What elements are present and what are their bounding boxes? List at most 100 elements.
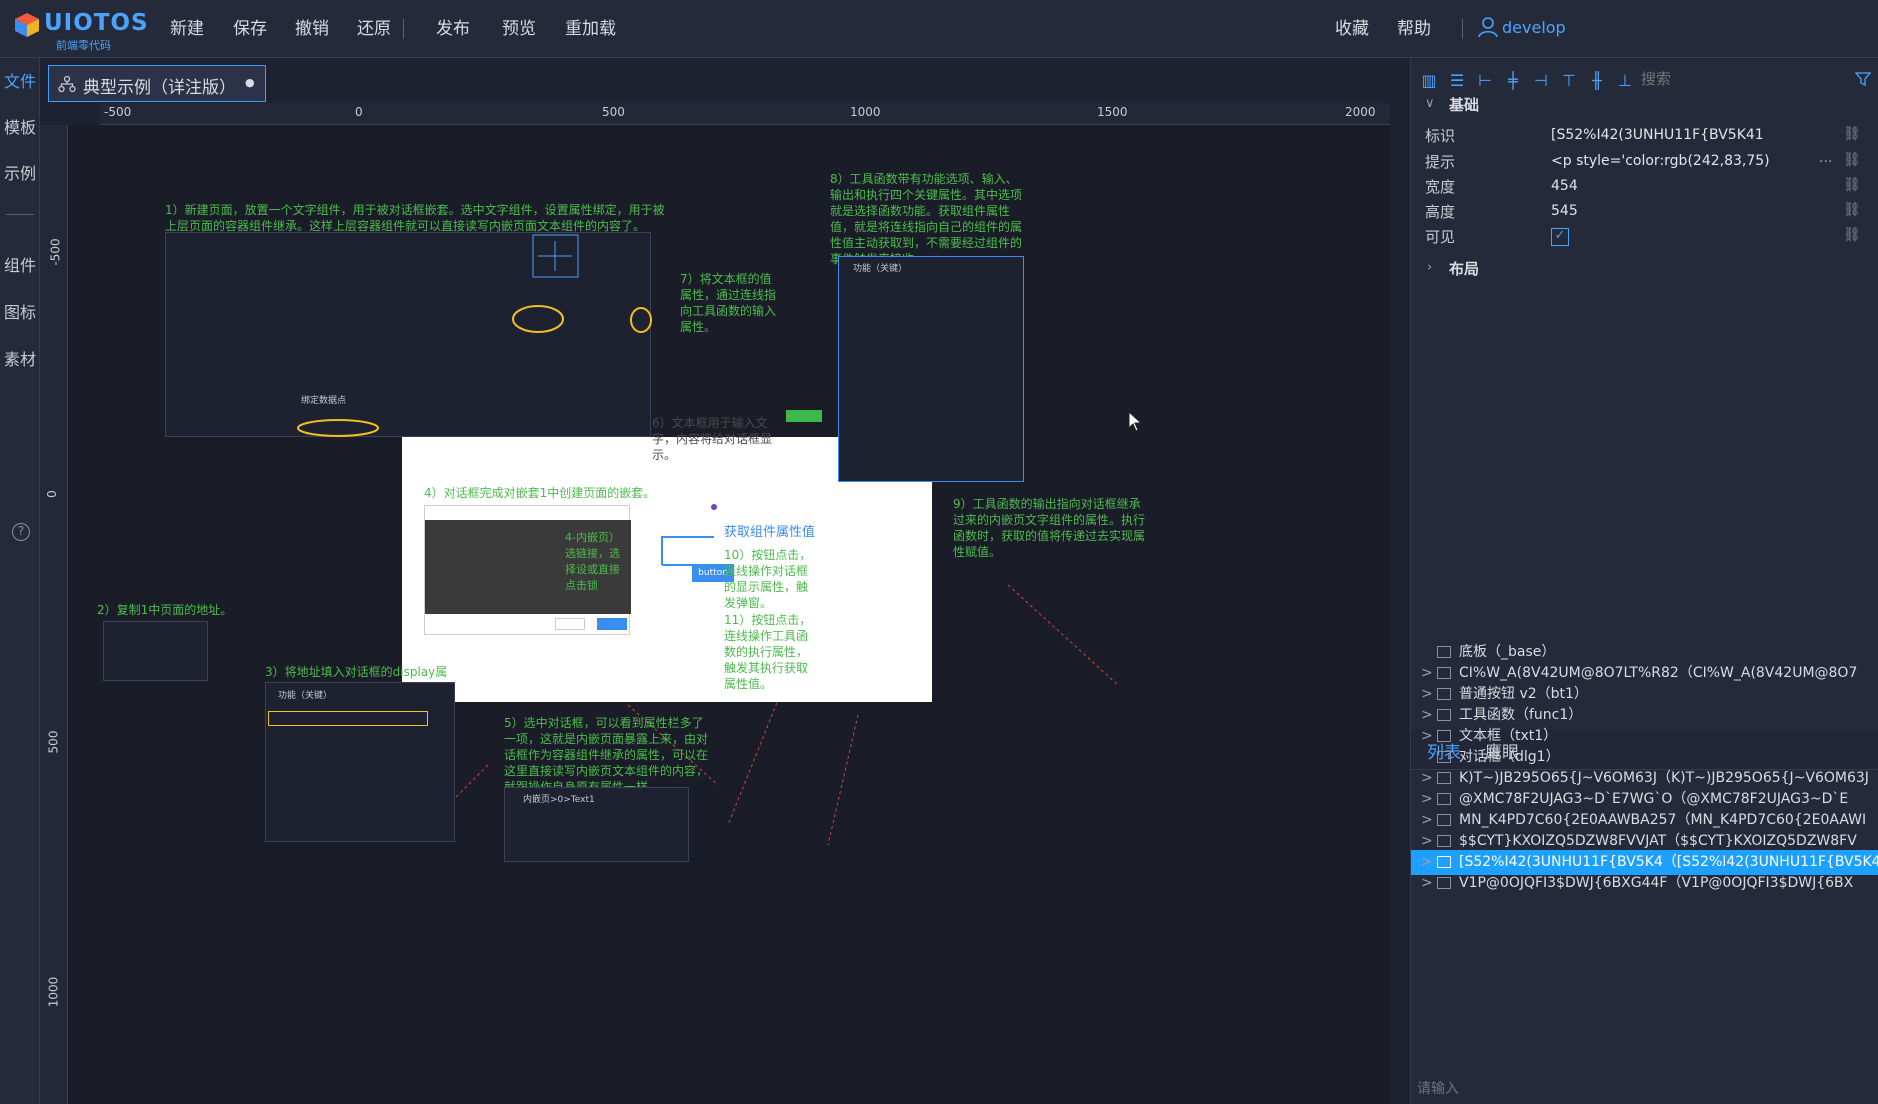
- align-right-icon[interactable]: ⊢: [1475, 71, 1495, 91]
- component-icon: [1437, 730, 1451, 742]
- ellipse-highlight: [297, 234, 652, 437]
- ruler-h-label: 0: [355, 105, 363, 119]
- annotation-2: 2）复制1中页面的地址。: [97, 603, 233, 617]
- prop-value-height[interactable]: 545: [1551, 203, 1816, 219]
- ruler-v-label: 1000: [46, 976, 61, 1008]
- menu-favorite[interactable]: 收藏: [1335, 0, 1369, 58]
- tree-filter-input[interactable]: 请输入: [1417, 1078, 1459, 1098]
- menu-save[interactable]: 保存: [233, 0, 267, 58]
- component-icon: [1437, 751, 1451, 763]
- tree-row-label: V1P@0OJQFI3$DWJ{6BXG44F（V1P@0OJQFI3$DWJ{…: [1459, 875, 1854, 891]
- example-screenshot-1: 绑定数据点: [165, 232, 652, 437]
- inherited-panel-title: 内嵌页>0>Text1: [523, 795, 595, 805]
- link-icon[interactable]: ⛓: [1843, 227, 1861, 243]
- nav-material[interactable]: 素材: [0, 346, 40, 370]
- vertical-ruler: -500 0 500 1000: [40, 125, 68, 1104]
- ruler-v-label: 500: [46, 730, 61, 754]
- property-search-input[interactable]: [1641, 68, 1841, 90]
- design-canvas[interactable]: 1）新建页面，放置一个文字组件，用于被对话框嵌套。选中文字组件，设置属性绑定，用…: [68, 125, 1390, 1104]
- visible-checkbox[interactable]: ✓: [1551, 228, 1569, 246]
- inherited-properties-panel: 内嵌页>0>Text1: [504, 787, 689, 862]
- dialog-panel-title: 功能（关键）: [278, 691, 333, 701]
- logo-cube-icon: [15, 13, 39, 37]
- link-icon[interactable]: ⛓: [1843, 202, 1861, 218]
- annotation-7: 7）将文本框的值属性，通过连线指向工具函数的输入属性。: [680, 272, 777, 334]
- ruler-h-label: 1500: [1097, 105, 1128, 119]
- ruler-h-label: 1000: [850, 105, 881, 119]
- prop-label-tip: 提示: [1425, 153, 1456, 171]
- help-icon[interactable]: ?: [12, 523, 30, 541]
- right-panel: ▥ ☰ ⊢ ╪ ⊣ ⊤ ╫ ⊥ ∨ 基础 标识 [S52%I42(3UNHU11…: [1410, 58, 1878, 1104]
- chevron-right-icon[interactable]: ›: [1427, 260, 1432, 275]
- ruler-h-label: 500: [602, 105, 625, 119]
- user-icon: [1478, 17, 1498, 38]
- function-properties-panel: 功能（关键）: [838, 256, 1024, 482]
- link-icon[interactable]: ⛓: [1843, 152, 1861, 168]
- section-layout[interactable]: 布局: [1449, 258, 1479, 279]
- nav-file[interactable]: 文件: [0, 68, 40, 92]
- nav-divider: [6, 214, 34, 215]
- align-hcenter-icon[interactable]: ╪: [1503, 71, 1523, 91]
- logo-text: UIOTOS: [44, 10, 149, 36]
- prop-value-id[interactable]: [S52%I42(3UNHU11F{BV5K41: [1551, 127, 1816, 143]
- prop-label-height: 高度: [1425, 203, 1456, 221]
- document-tab-title: 典型示例（详注版）: [83, 78, 236, 98]
- mouse-cursor-icon: [1128, 411, 1143, 432]
- prop-label-width: 宽度: [1425, 178, 1456, 196]
- annotation-6: 6）文本框用于输入文字，内容将给对话框显示。: [652, 416, 773, 462]
- logo: UIOTOS 前端零代码: [14, 8, 148, 52]
- nav-example[interactable]: 示例: [0, 160, 40, 184]
- nav-component[interactable]: 组件: [0, 252, 40, 276]
- component-icon: [1437, 856, 1451, 868]
- ruler-h-label: 2000: [1345, 105, 1376, 119]
- align-center-icon[interactable]: ☰: [1447, 71, 1467, 91]
- menu-preview[interactable]: 预览: [502, 0, 536, 58]
- annotation-1: 1）新建页面，放置一个文字组件，用于被对话框嵌套。选中文字组件，设置属性绑定，用…: [165, 203, 665, 233]
- ruler-v-label: -500: [48, 238, 63, 266]
- section-basic[interactable]: 基础: [1449, 94, 1479, 115]
- component-icon: [1437, 835, 1451, 847]
- menu-redo[interactable]: 还原: [357, 0, 391, 58]
- dialog-properties-panel: 功能（关键）: [265, 682, 455, 842]
- menu-help[interactable]: 帮助: [1397, 0, 1431, 58]
- align-end-icon[interactable]: ⊣: [1531, 71, 1551, 91]
- tree-structure-icon: [58, 75, 76, 93]
- menu-divider: [403, 19, 404, 39]
- top-bar: UIOTOS 前端零代码 新建 保存 撤销 还原 发布 预览 重加载 收藏 帮助…: [0, 0, 1878, 58]
- component-icon: [1437, 814, 1451, 826]
- prop-label-id: 标识: [1425, 127, 1456, 145]
- link-icon[interactable]: ⛓: [1843, 126, 1861, 142]
- logo-subtitle: 前端零代码: [56, 39, 111, 52]
- menu-undo[interactable]: 撤销: [295, 0, 329, 58]
- align-bottom-icon[interactable]: ⊥: [1615, 71, 1635, 91]
- nav-icon[interactable]: 图标: [0, 299, 40, 323]
- left-nav: 文件 模板 示例 组件 图标 素材 ?: [0, 58, 40, 1104]
- annotation-5: 5）选中对话框，可以看到属性栏多了一项，这就是内嵌页面暴露上来，由对话框作为容器…: [504, 716, 709, 794]
- align-vcenter-icon[interactable]: ╫: [1587, 71, 1607, 91]
- annotation-11: 11）按钮点击，连线操作工具函数的执行属性，触发其执行获取属性值。: [724, 613, 812, 691]
- align-top-icon[interactable]: ⊤: [1559, 71, 1579, 91]
- menu-divider-right: [1462, 19, 1463, 39]
- more-icon[interactable]: ...: [1819, 150, 1832, 166]
- chevron-down-icon[interactable]: ∨: [1425, 96, 1435, 111]
- prop-value-width[interactable]: 454: [1551, 178, 1816, 194]
- prop-value-tip[interactable]: <p style='color:rgb(242,83,75);margin: [1551, 153, 1771, 169]
- filter-icon[interactable]: [1855, 71, 1871, 87]
- panel-title: 功能（关键）: [853, 264, 908, 274]
- menu-publish[interactable]: 发布: [436, 0, 470, 58]
- horizontal-ruler: -500 0 500 1000 1500 2000: [100, 103, 1390, 125]
- link-icon[interactable]: ⛓: [1843, 177, 1861, 193]
- unsaved-dot-icon: ●: [245, 76, 255, 89]
- nav-template[interactable]: 模板: [0, 114, 40, 138]
- menu-reload[interactable]: 重加载: [565, 0, 616, 58]
- tree-row[interactable]: > V1P@0OJQFI3$DWJ{6BXG44F（V1P@0OJQFI3$DWJ…: [1411, 871, 1878, 896]
- expand-arrow-icon[interactable]: >: [1421, 871, 1435, 896]
- component-icon: [1437, 772, 1451, 784]
- menu-new[interactable]: 新建: [170, 0, 204, 58]
- document-tab[interactable]: 典型示例（详注版） ●: [48, 65, 266, 102]
- prop-label-visible: 可见: [1425, 228, 1456, 246]
- user-name: develop: [1502, 18, 1566, 37]
- ruler-h-label: -500: [104, 105, 132, 119]
- align-left-icon[interactable]: ▥: [1419, 71, 1439, 91]
- component-icon: [1437, 688, 1451, 700]
